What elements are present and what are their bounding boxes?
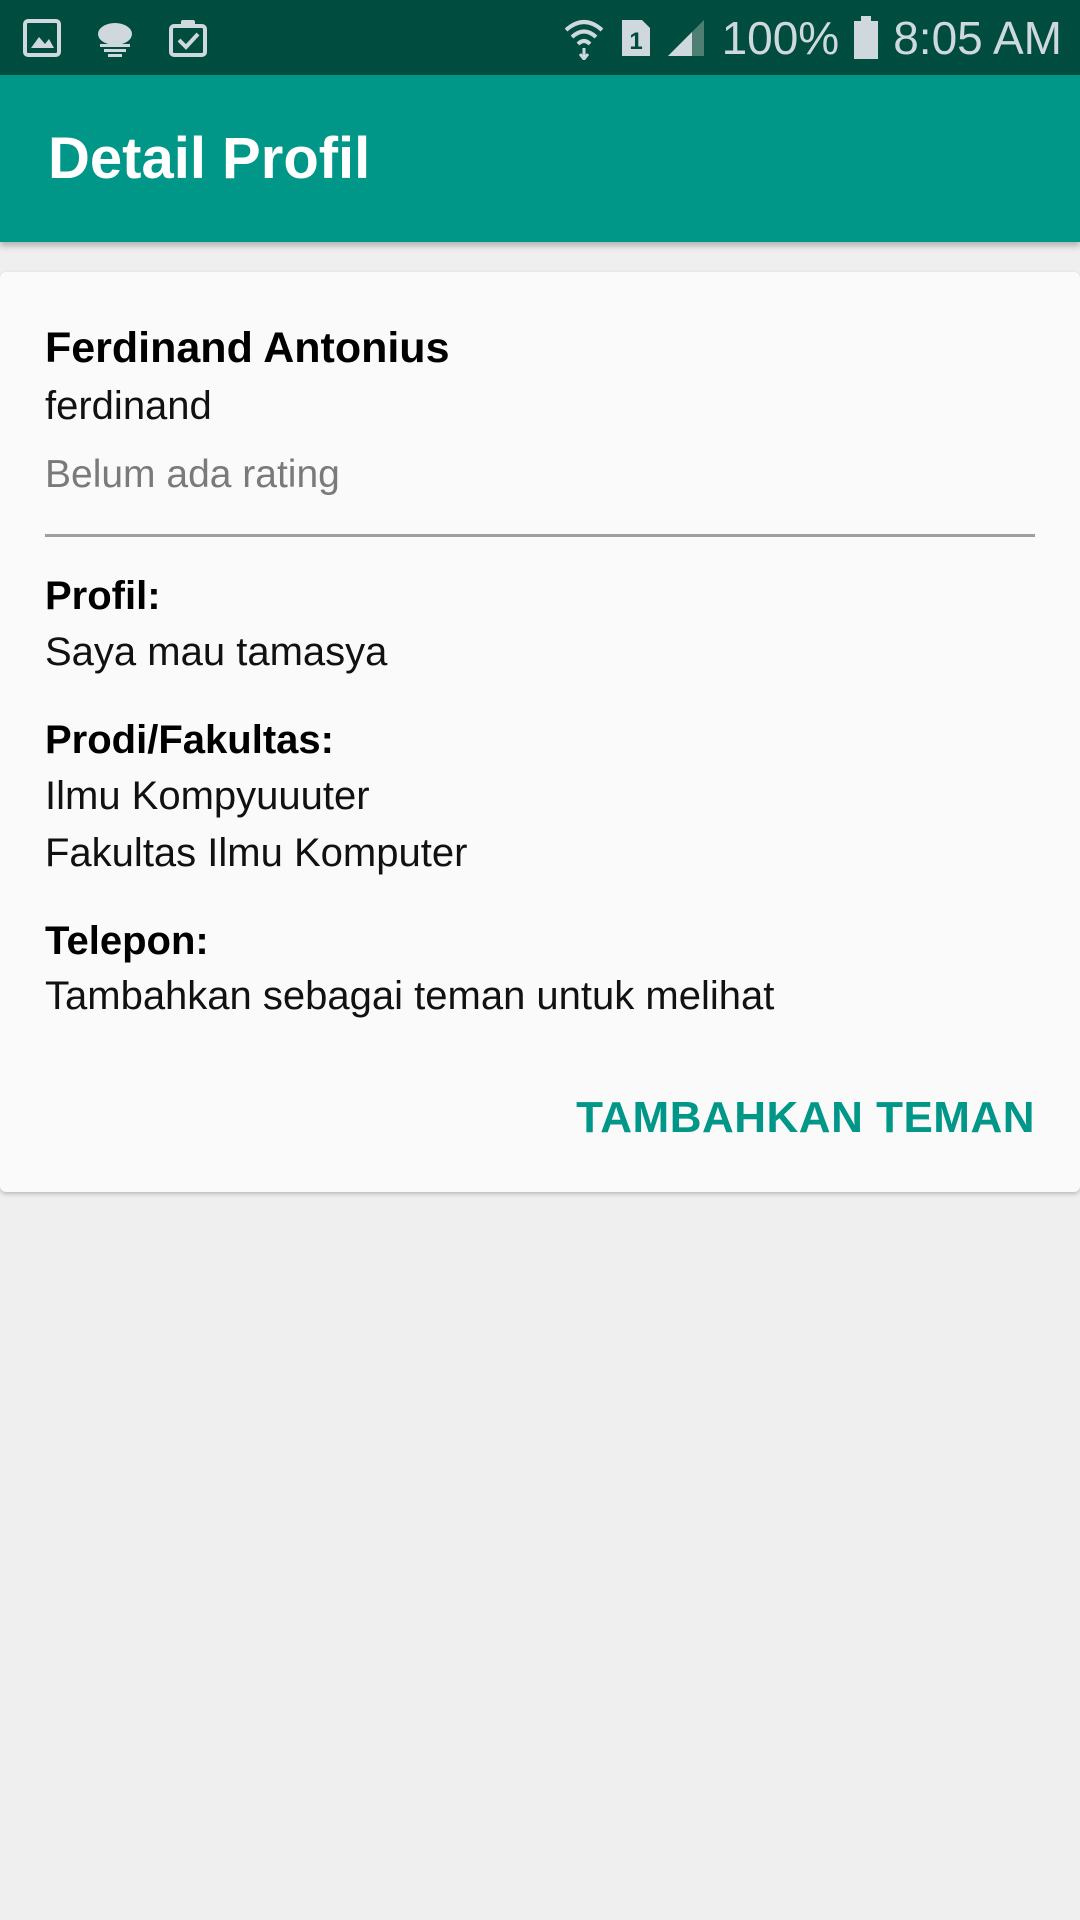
wifi-icon	[562, 16, 606, 60]
profile-username: ferdinand	[45, 384, 212, 428]
profile-rating: Belum ada rating	[45, 453, 340, 496]
clipboard-check-icon	[168, 18, 208, 58]
divider	[45, 534, 1035, 537]
app-bar: Detail Profil	[0, 75, 1080, 242]
gallery-icon	[22, 18, 62, 58]
clock-time: 8:05 AM	[893, 11, 1062, 64]
battery-text: 100%	[721, 11, 840, 64]
program-value: Ilmu Kompyuuuter	[45, 774, 370, 818]
svg-text:1: 1	[629, 28, 642, 55]
signal-icon	[666, 18, 708, 58]
sim-icon: 1	[620, 18, 652, 58]
phone-label: Telepon:	[45, 919, 209, 963]
profile-name: Ferdinand Antonius	[45, 324, 450, 372]
add-friend-button[interactable]: TAMBAHKAN TEMAN	[576, 1093, 1035, 1143]
battery-icon	[853, 15, 879, 60]
faculty-label: Prodi/Fakultas:	[45, 718, 334, 762]
profile-card: Ferdinand Antonius ferdinand Belum ada r…	[0, 272, 1080, 1192]
faculty-value: Fakultas Ilmu Komputer	[45, 831, 468, 875]
phone-value: Tambahkan sebagai teman untuk melihat	[45, 974, 775, 1018]
page-title: Detail Profil	[48, 126, 371, 191]
cloud-icon	[94, 18, 136, 58]
profile-value: Saya mau tamasya	[45, 630, 388, 674]
profile-label: Profil:	[45, 574, 161, 618]
status-bar: 1 100% 8:05 AM	[0, 0, 1080, 75]
